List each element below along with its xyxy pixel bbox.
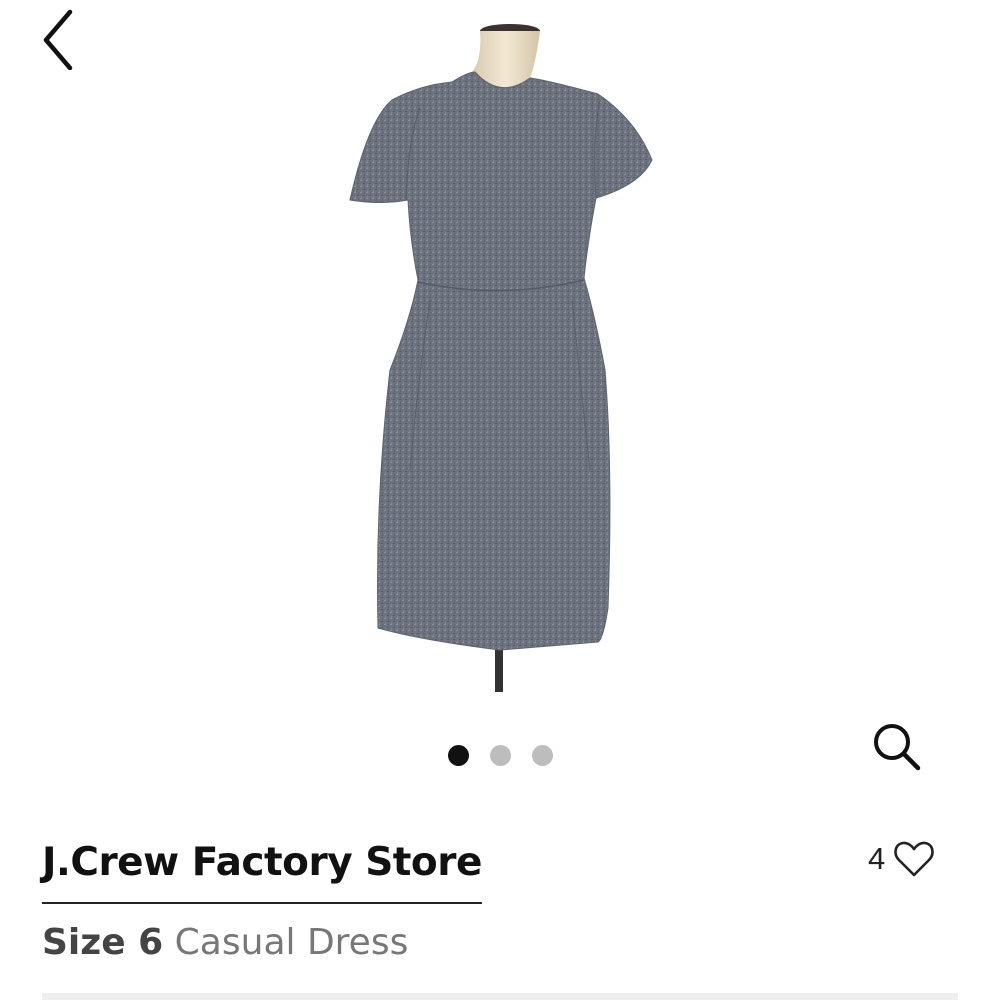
dress-on-mannequin-illustration bbox=[349, 24, 653, 692]
chevron-left-icon bbox=[43, 9, 73, 70]
category-label: Casual Dress bbox=[174, 922, 409, 963]
favorite-button[interactable]: 4 bbox=[868, 834, 935, 884]
carousel-dot-1[interactable] bbox=[447, 745, 469, 766]
carousel-dot-3[interactable] bbox=[531, 745, 553, 766]
section-divider bbox=[42, 993, 958, 1000]
product-subtitle: Size 6 Casual Dress bbox=[42, 922, 408, 963]
heart-outline-icon bbox=[894, 841, 935, 877]
product-image[interactable] bbox=[300, 0, 700, 700]
favorite-count: 4 bbox=[868, 841, 886, 876]
brand-link[interactable]: J.Crew Factory Store bbox=[42, 836, 482, 904]
carousel-dot-2[interactable] bbox=[489, 745, 511, 766]
size-label: Size 6 bbox=[42, 922, 164, 963]
zoom-button[interactable] bbox=[864, 714, 928, 778]
image-carousel-indicator bbox=[0, 745, 1000, 767]
magnifier-icon bbox=[874, 724, 921, 771]
back-button[interactable] bbox=[30, 6, 86, 70]
